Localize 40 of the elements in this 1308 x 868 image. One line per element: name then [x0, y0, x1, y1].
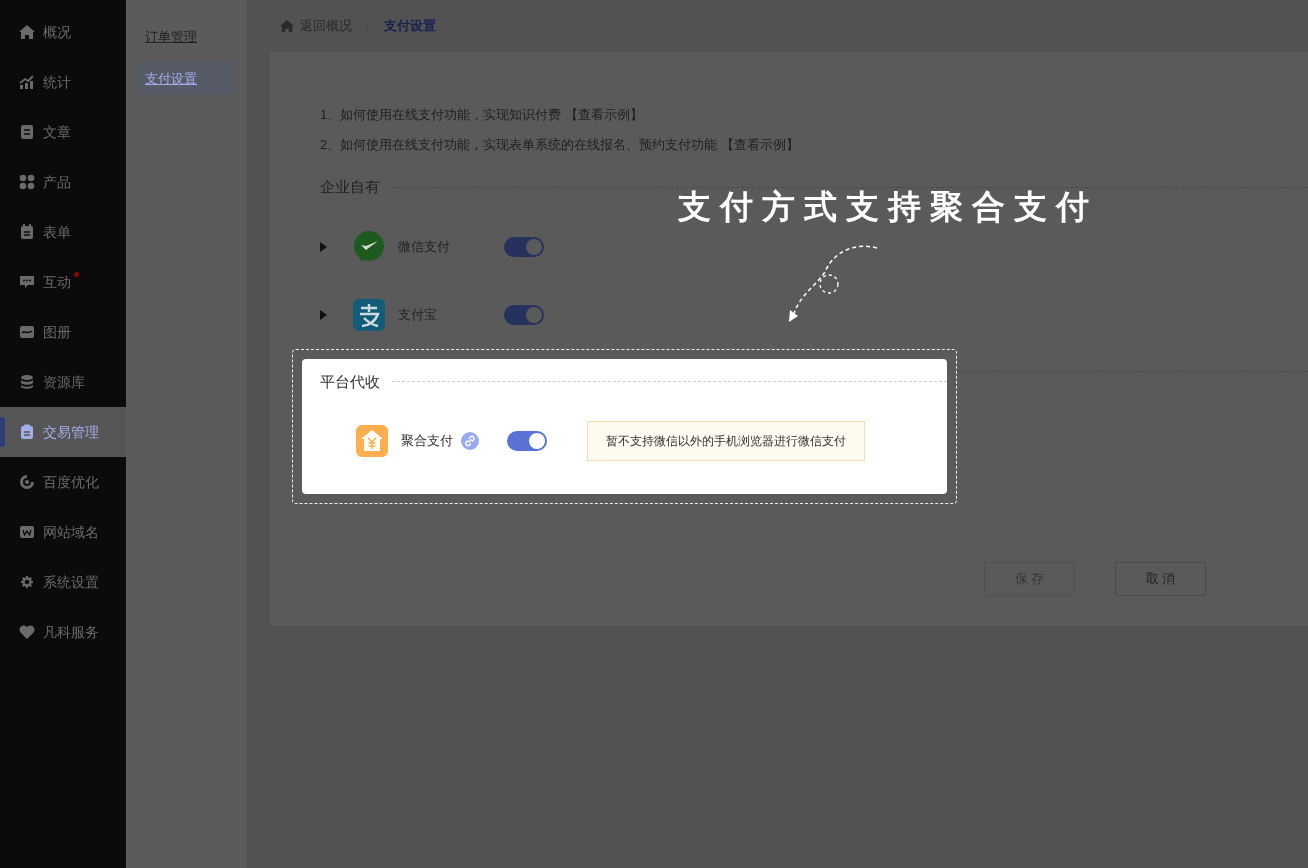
grid-icon: [19, 174, 35, 190]
database-icon: [19, 374, 35, 390]
form-icon: [19, 224, 35, 240]
document-icon: [19, 124, 35, 140]
sidebar-item[interactable]: 统计: [0, 57, 126, 107]
sidebar-item[interactable]: 网站域名: [0, 507, 126, 557]
image-icon: [19, 324, 35, 340]
subnav-item[interactable]: 订单管理: [138, 20, 235, 54]
sidebar-item[interactable]: 概况: [0, 7, 126, 57]
toggle-switch[interactable]: [507, 431, 547, 451]
sidebar-item[interactable]: 图册: [0, 307, 126, 357]
sidebar-item[interactable]: 互动: [0, 257, 126, 307]
subnav-item[interactable]: 支付设置: [138, 61, 235, 95]
settings-icon: [19, 574, 35, 590]
sidebar-item[interactable]: 凡科服务: [0, 607, 126, 657]
payment-name: 聚合支付: [401, 432, 453, 451]
chat-icon: [19, 274, 35, 290]
section-title: 企业自有: [320, 177, 380, 197]
notice-box: 暂不支持微信以外的手机浏览器进行微信支付: [587, 421, 865, 461]
sidebar-item[interactable]: 资源库: [0, 357, 126, 407]
toggle-switch[interactable]: [504, 236, 544, 257]
alipay-icon: [352, 297, 386, 332]
web-icon: [19, 524, 35, 540]
heart-icon: [19, 624, 35, 640]
toggle-switch[interactable]: [504, 304, 544, 325]
clipboard-icon: [19, 424, 35, 440]
sidebar-item[interactable]: 产品: [0, 157, 126, 207]
chart-icon: [19, 74, 35, 90]
wechat-pay-icon: [352, 229, 386, 264]
money-house-icon: [355, 424, 389, 458]
sidebar-item[interactable]: 文章: [0, 107, 126, 157]
sidebar-item[interactable]: 百度优化: [0, 457, 126, 507]
home-icon: [19, 24, 35, 40]
sidebar-item[interactable]: 表单: [0, 207, 126, 257]
home-icon: [280, 19, 294, 33]
sidebar-item[interactable]: 系统设置: [0, 557, 126, 607]
sidebar-item[interactable]: 交易管理: [0, 407, 126, 457]
tutorial-hint: 支付方式支持聚合支付: [678, 186, 1098, 228]
breadcrumb-current: 支付设置: [384, 17, 436, 36]
section-title: 平台代收: [320, 371, 380, 392]
